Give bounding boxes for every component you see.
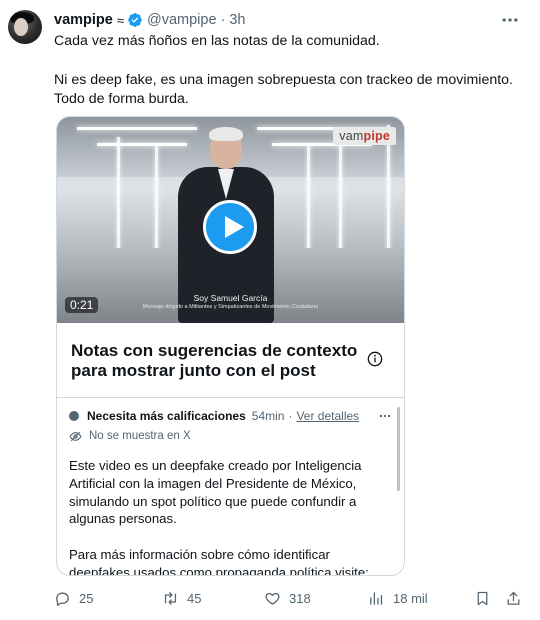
note-paragraph-1: Este video es un deepfake creado por Int… [69,458,362,527]
views-icon [370,591,383,605]
community-notes-title: Notas con sugerencias de contexto para m… [71,341,358,380]
video-caption: Soy Samuel García [193,293,268,303]
note-paragraph-2: Para más información sobre cómo identifi… [69,546,369,576]
share-button[interactable] [505,588,522,608]
header-separator: · [220,12,226,28]
note-status-row: Necesita más calificaciones 54min · Ver … [69,408,359,424]
repost-icon [164,591,177,605]
views-count: 18 mil [393,590,428,606]
verified-badge-icon [128,13,142,27]
card-divider [57,397,404,398]
note-visibility-text: No se muestra en X [89,430,191,442]
post-text-line1: Cada vez más ñoños en las notas de la co… [54,33,380,49]
reply-button[interactable]: 25 [54,588,93,608]
repost-button[interactable]: 45 [162,588,201,608]
note-time: 54min [251,409,285,423]
like-count: 318 [289,590,311,606]
repost-count: 45 [187,590,202,606]
views-button[interactable]: 18 mil [368,588,428,608]
bookmark-icon [477,591,488,605]
status-dot-icon [69,411,79,421]
post-time[interactable]: 3h [229,12,245,28]
note-scrollbar[interactable] [397,407,400,491]
post-text-line2: Ni es deep fake, es una imagen sobrepues… [54,71,513,108]
post-text: Cada vez más ñoños en las notas de la co… [54,32,524,110]
reply-count: 25 [79,590,94,606]
note-more-icon[interactable] [377,409,393,423]
video-player[interactable]: vampipe Soy Samuel García Mensaje dirigi… [57,117,404,323]
author-handle[interactable]: @vampipe [147,12,217,28]
like-icon [265,592,280,605]
note-status: Necesita más calificaciones [87,409,246,423]
avatar[interactable] [8,10,42,44]
eye-off-icon [69,431,82,441]
name-suffix: ≈ [116,12,124,28]
video-watermark: vampipe [333,127,396,145]
action-bar: 25 45 318 18 mil [54,588,524,608]
more-icon[interactable] [500,10,520,30]
info-icon[interactable] [367,351,383,367]
reply-icon [56,592,69,606]
details-link[interactable]: Ver detalles [296,409,359,423]
play-icon[interactable] [203,200,257,254]
share-icon [507,591,520,605]
note-separator: · [288,409,293,423]
post-header: vampipe ≈ @vampipe · 3h [54,10,246,30]
video-duration: 0:21 [65,297,99,313]
like-button[interactable]: 318 [264,588,311,608]
note-visibility-row: No se muestra en X [69,428,191,444]
bookmark-button[interactable] [474,588,491,608]
author-name[interactable]: vampipe [54,12,113,28]
note-body: Este video es un deepfake creado por Int… [69,457,384,576]
media-card: vampipe Soy Samuel García Mensaje dirigi… [56,116,405,576]
video-subcaption: Mensaje dirigido a Militantes y Simpatiz… [142,304,319,310]
post: vampipe ≈ @vampipe · 3h Cada vez más ñoñ… [0,0,540,620]
